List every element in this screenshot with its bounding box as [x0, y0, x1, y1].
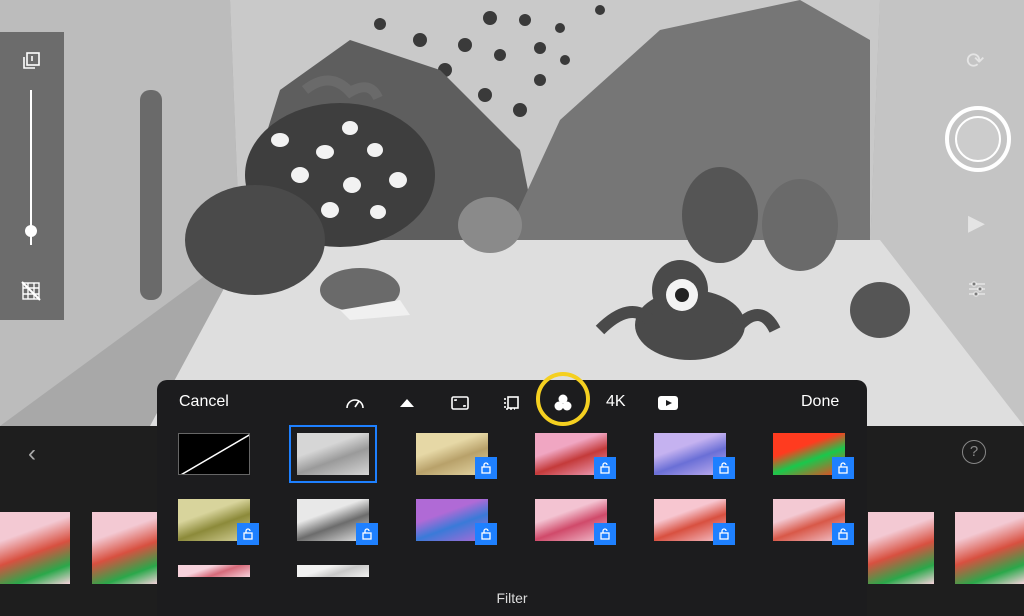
lock-icon	[356, 523, 378, 545]
resolution-button[interactable]: 4K	[606, 380, 626, 424]
shutter-inner-ring	[955, 116, 1001, 162]
lock-icon	[713, 523, 735, 545]
lock-icon	[832, 523, 854, 545]
filter-icon[interactable]	[552, 392, 574, 414]
triangle-up-icon[interactable]	[396, 392, 418, 414]
lock-icon	[832, 457, 854, 479]
grid-off-icon[interactable]	[20, 280, 42, 302]
play-icon[interactable]: ▶	[968, 212, 985, 234]
layers-icon[interactable]	[20, 50, 42, 72]
speed-gauge-icon[interactable]	[344, 392, 366, 414]
help-icon[interactable]: ?	[962, 440, 986, 464]
exposure-slider-track[interactable]	[30, 90, 32, 245]
filter-thumbnail-mono[interactable]	[289, 425, 377, 483]
camera-preview	[0, 0, 1024, 426]
sheet-title: Filter	[496, 590, 528, 606]
lock-icon	[594, 457, 616, 479]
filter-thumbnail-row3b[interactable]	[297, 565, 369, 577]
filter-thumbnail-row3a[interactable]	[178, 565, 250, 577]
aspect-ratio-icon[interactable]	[449, 392, 471, 414]
filter-sheet: Cancel 4K Done Filter	[157, 372, 867, 616]
timeline-frame[interactable]	[955, 512, 1024, 584]
timeline-frame[interactable]	[868, 512, 934, 584]
overlay-frames-icon[interactable]	[500, 392, 522, 414]
shutter-button[interactable]	[945, 106, 1011, 172]
timeline-frame[interactable]	[92, 512, 158, 584]
exposure-panel	[0, 32, 64, 320]
sheet-toolbar: Cancel 4K Done	[157, 372, 867, 426]
flip-camera-icon[interactable]: ⟳	[966, 50, 984, 72]
cancel-button[interactable]: Cancel	[179, 380, 229, 424]
no-filter-slash	[180, 434, 249, 474]
play-preview-icon[interactable]	[657, 392, 679, 414]
done-button[interactable]: Done	[801, 380, 839, 424]
exposure-slider-handle[interactable]	[25, 225, 37, 238]
preview-scene	[0, 0, 1024, 426]
settings-sliders-icon[interactable]	[966, 278, 988, 304]
timeline-frame[interactable]	[0, 512, 70, 584]
back-chevron-icon[interactable]: ‹	[28, 440, 36, 468]
filter-thumbnail-none[interactable]	[178, 433, 250, 475]
lock-icon	[237, 523, 259, 545]
lock-icon	[475, 523, 497, 545]
lock-icon	[713, 457, 735, 479]
lock-icon	[594, 523, 616, 545]
lock-icon	[475, 457, 497, 479]
